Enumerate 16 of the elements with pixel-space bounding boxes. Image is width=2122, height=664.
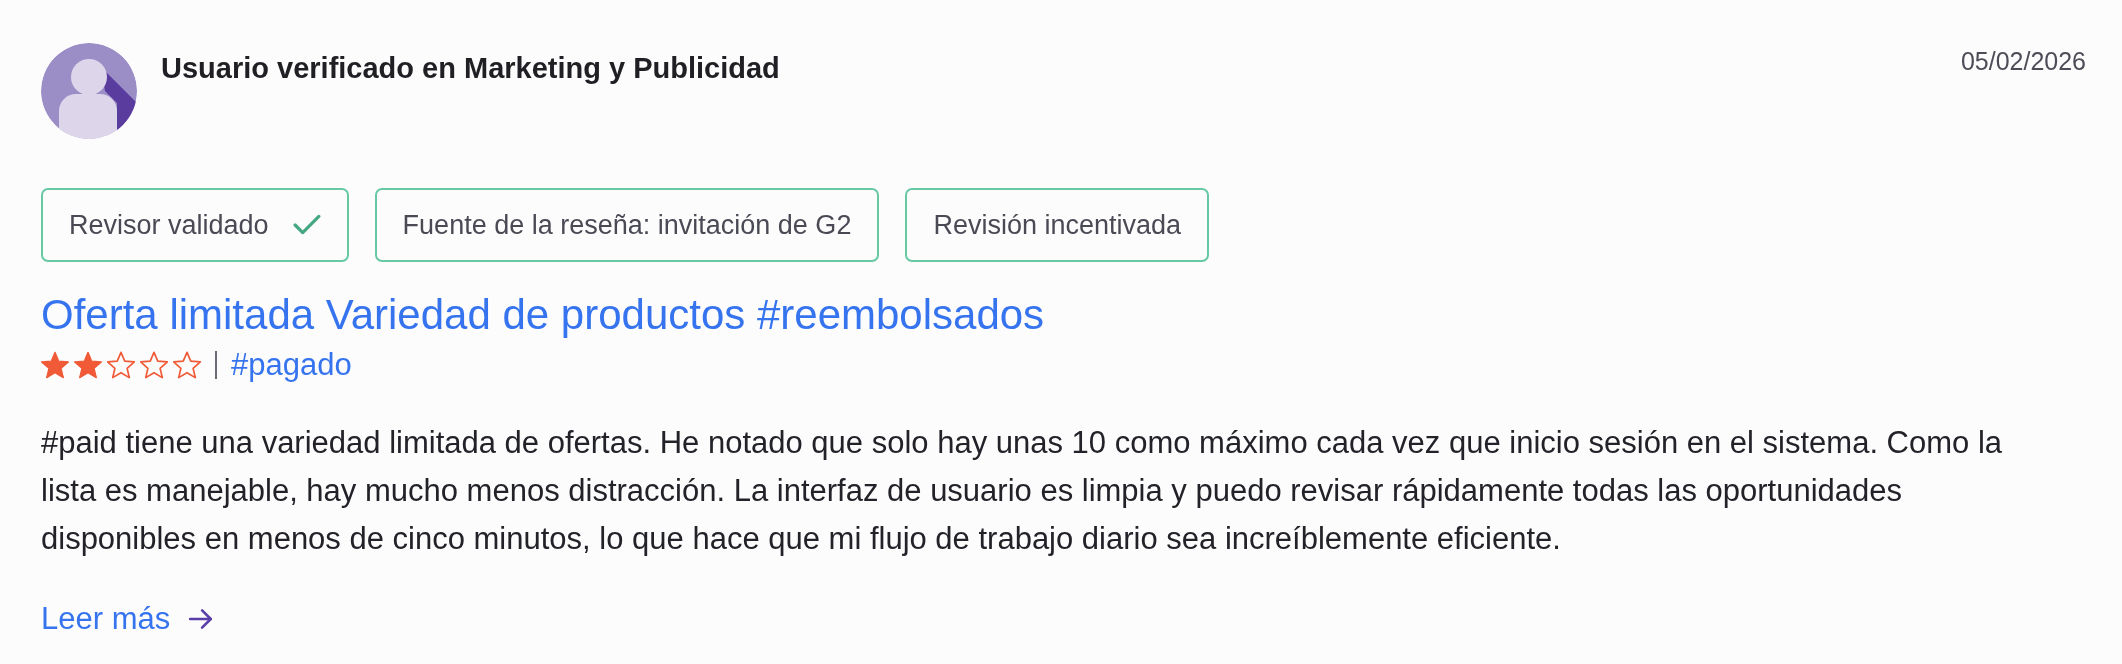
filled-star-icon: [41, 351, 69, 379]
empty-star-icon: [140, 351, 168, 379]
tag-link[interactable]: #pagado: [231, 347, 352, 383]
review-text: #paid tiene una variedad limitada de ofertas. He notado que solo hay unas 10 como máximo cada vez que inicio sesión en el sistema. Como la lista es manejable, hay mucho menos distracción. La interfaz de usuario es limpia y puedo revisar rápidamente todas las oportunidades disponibles en menos de cinco minutos, lo que hace que mi flujo de trabajo diario sea increíblemente eficiente.: [41, 424, 2004, 558]
review-title-link[interactable]: Oferta limitada Variedad de productos #reembolsados: [41, 291, 1045, 339]
reviewer-title: Usuario verificado en Marketing y Publicidad: [161, 51, 780, 86]
arrow-right-icon: [188, 606, 215, 632]
review-date: 05/02/2026: [1960, 46, 2086, 77]
badge-label: Revisión incentivada: [933, 208, 1182, 242]
badge-label: Fuente de la reseña: invitación de G2: [402, 208, 852, 242]
filled-star-icon: [74, 351, 102, 379]
empty-star-icon: [173, 351, 201, 379]
read-more-link[interactable]: Leer más: [41, 601, 215, 637]
badge-label: Revisor validado: [69, 208, 269, 242]
empty-star-icon: [107, 351, 135, 379]
avatar-icon: [41, 43, 137, 139]
